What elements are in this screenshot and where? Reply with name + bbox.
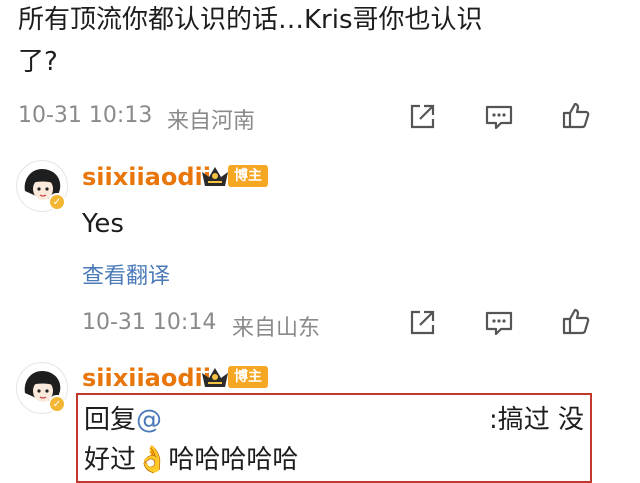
- reply-highlight-box: 回复@ :搞过 没 好过👌哈哈哈哈哈: [76, 393, 592, 483]
- verified-icon: ✓: [48, 193, 66, 211]
- comment-username[interactable]: siixiiaodii: [82, 364, 211, 392]
- comment-text: Yes: [82, 209, 124, 239]
- crown-icon: [200, 164, 230, 188]
- reply-mention[interactable]: @: [136, 405, 162, 435]
- translate-link[interactable]: 查看翻译: [82, 258, 170, 290]
- share-icon[interactable]: [407, 308, 437, 338]
- comment-icon[interactable]: [484, 102, 514, 132]
- post-text-line2: 了?: [18, 47, 58, 77]
- post-text-line1: 所有顶流你都认识的话…Kris哥你也认识: [18, 5, 483, 35]
- blogger-badge: 博主: [200, 365, 268, 389]
- comment-icon[interactable]: [484, 308, 514, 338]
- share-icon[interactable]: [407, 102, 437, 132]
- like-icon[interactable]: [561, 306, 591, 336]
- verified-icon: ✓: [48, 395, 66, 413]
- crown-icon: [200, 365, 230, 389]
- badge-label: 博主: [228, 366, 268, 388]
- post-source: 来自河南: [167, 109, 256, 134]
- badge-label: 博主: [228, 165, 268, 187]
- comment-time: 10-31 10:14: [82, 310, 217, 335]
- post-time: 10-31 10:13: [18, 103, 153, 128]
- comment-username[interactable]: siixiiaodii: [82, 163, 211, 191]
- comment-source: 来自山东: [232, 316, 321, 341]
- reply-right-text: :搞过 没: [488, 405, 584, 435]
- reply-line1: 回复@: [84, 399, 162, 436]
- blogger-badge: 博主: [200, 164, 268, 188]
- reply-line2: 好过👌哈哈哈哈哈: [84, 445, 299, 475]
- reply-prefix: 回复: [84, 405, 137, 435]
- like-icon[interactable]: [561, 100, 591, 130]
